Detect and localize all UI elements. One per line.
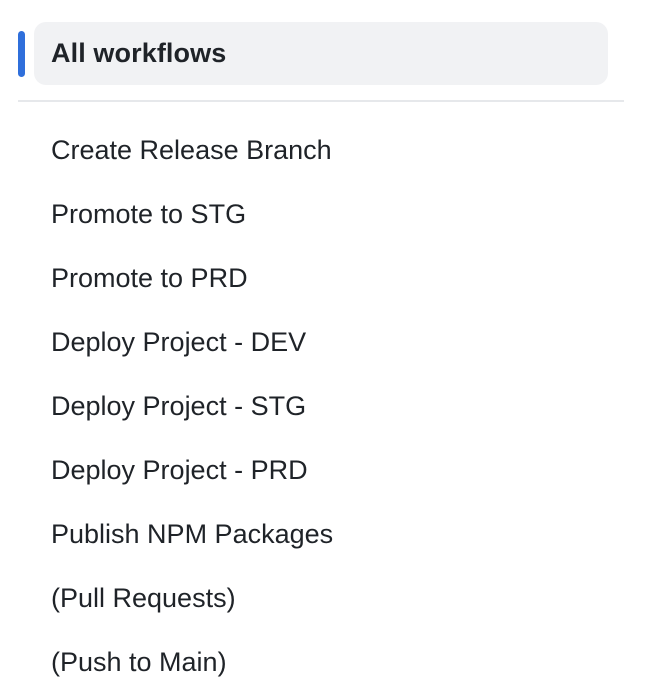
workflow-item-deploy-project-stg[interactable]: Deploy Project - STG: [34, 374, 608, 438]
workflow-item-label: Deploy Project - PRD: [51, 454, 308, 485]
workflow-item-label: Create Release Branch: [51, 134, 332, 165]
workflow-item-label: Promote to STG: [51, 198, 247, 229]
workflow-item-label: (Push to Main): [51, 646, 227, 677]
workflow-item-label: Deploy Project - DEV: [51, 326, 307, 357]
workflow-item-label: Deploy Project - STG: [51, 390, 307, 421]
all-workflows-label: All workflows: [51, 38, 227, 68]
workflow-item-label: (Pull Requests): [51, 582, 236, 613]
workflow-item-publish-npm-packages[interactable]: Publish NPM Packages: [34, 502, 608, 566]
all-workflows-item[interactable]: All workflows: [34, 22, 608, 85]
workflow-item-pull-requests[interactable]: (Pull Requests): [34, 566, 608, 630]
workflow-item-label: Promote to PRD: [51, 262, 248, 293]
workflow-item-promote-to-stg[interactable]: Promote to STG: [34, 182, 608, 246]
workflow-item-push-to-main[interactable]: (Push to Main): [34, 630, 608, 694]
workflow-item-create-release-branch[interactable]: Create Release Branch: [34, 118, 608, 182]
sidebar-divider: [18, 100, 624, 102]
workflows-sidebar: All workflows Create Release Branch Prom…: [0, 0, 646, 698]
workflow-item-label: Publish NPM Packages: [51, 518, 334, 549]
workflow-list: Create Release Branch Promote to STG Pro…: [34, 118, 608, 694]
workflow-item-deploy-project-dev[interactable]: Deploy Project - DEV: [34, 310, 608, 374]
workflow-item-promote-to-prd[interactable]: Promote to PRD: [34, 246, 608, 310]
workflow-item-deploy-project-prd[interactable]: Deploy Project - PRD: [34, 438, 608, 502]
active-item-indicator: [18, 31, 25, 77]
